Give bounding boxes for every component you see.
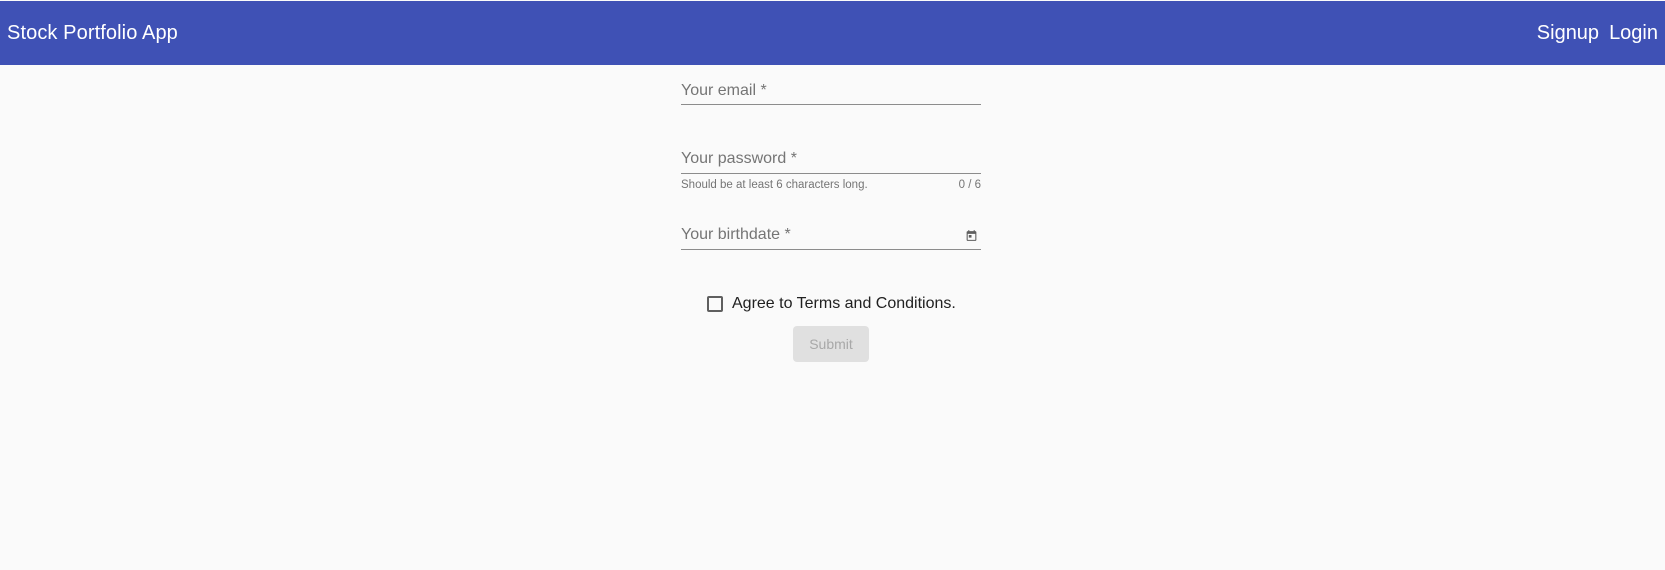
login-link[interactable]: Login bbox=[1609, 22, 1658, 45]
app-title: Stock Portfolio App bbox=[7, 21, 178, 44]
terms-label: Agree to Terms and Conditions. bbox=[732, 295, 956, 312]
signup-link[interactable]: Signup bbox=[1537, 22, 1599, 45]
email-field-wrapper bbox=[681, 79, 981, 105]
password-underline bbox=[681, 173, 981, 174]
calendar-icon[interactable] bbox=[965, 229, 978, 242]
password-field-wrapper: Should be at least 6 characters long. 0 … bbox=[681, 147, 981, 191]
terms-checkbox-row[interactable]: Agree to Terms and Conditions. bbox=[707, 295, 956, 313]
password-hint-row: Should be at least 6 characters long. 0 … bbox=[681, 179, 981, 191]
password-field[interactable] bbox=[681, 147, 981, 171]
password-hint: Should be at least 6 characters long. bbox=[681, 179, 868, 191]
birthdate-field[interactable] bbox=[681, 223, 951, 247]
submit-button[interactable]: Submit bbox=[793, 326, 869, 362]
terms-checkbox[interactable] bbox=[707, 296, 723, 312]
header-nav: Signup Login bbox=[1537, 22, 1658, 45]
app-toolbar: Stock Portfolio App Signup Login bbox=[0, 1, 1665, 65]
email-field[interactable] bbox=[681, 79, 981, 103]
password-char-counter: 0 / 6 bbox=[958, 179, 981, 191]
email-underline bbox=[681, 104, 981, 105]
birthdate-field-wrapper bbox=[681, 223, 981, 250]
birthdate-underline bbox=[681, 249, 981, 250]
